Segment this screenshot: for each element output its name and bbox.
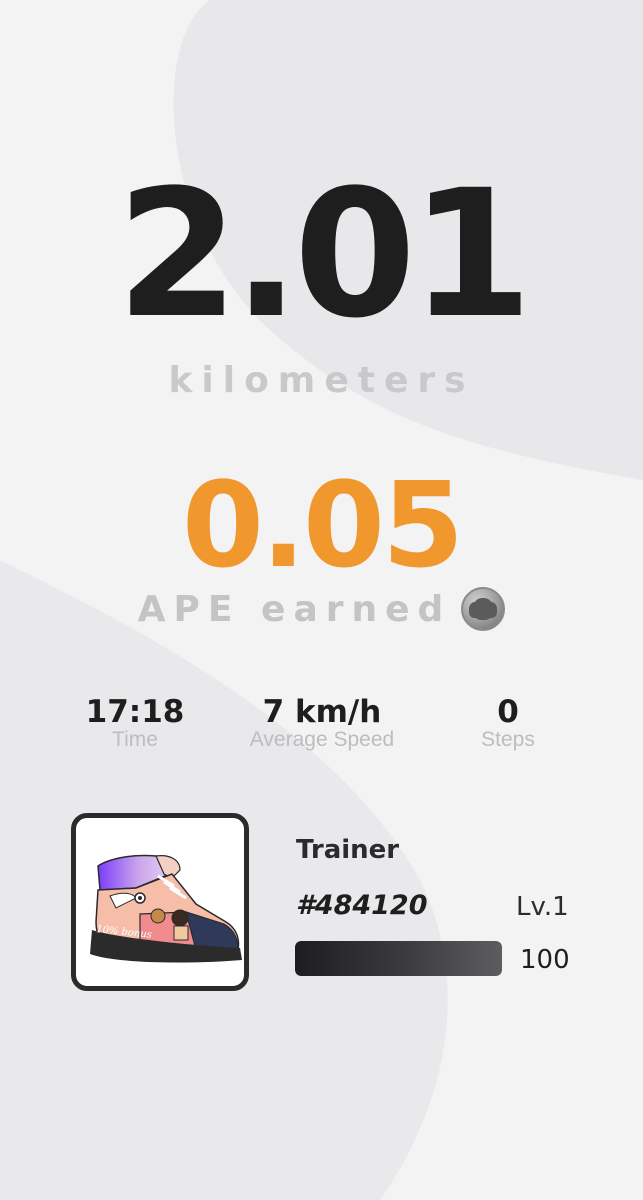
distance-unit-label: kilometers [168,360,475,401]
ape-coin-icon [461,587,506,631]
sneaker-image: 10% bonus [90,854,242,963]
durability-fill [295,941,502,976]
average-speed-label: Average Speed [249,728,395,751]
run-summary-screen: 2.01 kilometers 0.05 APE earned 17:18 Ti… [0,0,643,1200]
distance-value: 2.01 [116,152,532,357]
earned-label-row: APE earned [0,584,643,634]
steps-value: 0 [497,694,519,730]
sneaker-level: Lv.1 [516,892,569,922]
average-speed-value: 7 km/h [262,694,382,730]
durability-bar [295,941,502,976]
durability-value: 100 [520,945,570,975]
stat-steps: 0 Steps [458,692,558,752]
sneaker-id: #484120 [296,890,428,921]
sneaker-card[interactable]: 10% bonus [71,813,249,991]
stat-average-speed: 7 km/h Average Speed [232,692,412,752]
time-value: 17:18 [85,694,185,730]
sneaker-type: Trainer [296,835,400,865]
earned-amount: 0.05 [181,456,464,594]
earned-label: APE earned [137,588,452,630]
steps-label: Steps [481,728,535,751]
stat-time: 17:18 Time [70,692,200,752]
